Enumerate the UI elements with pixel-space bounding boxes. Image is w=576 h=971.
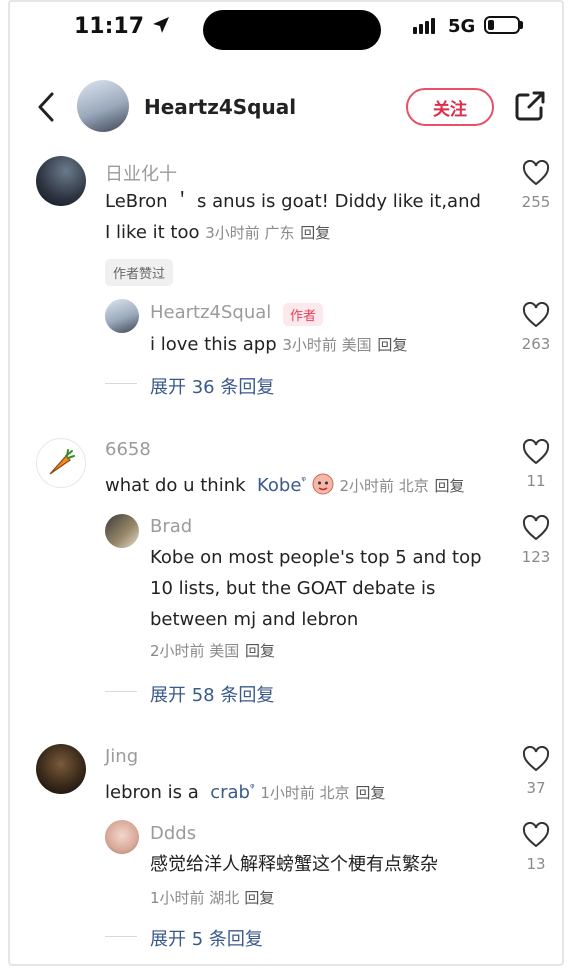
heart-icon[interactable] (522, 822, 550, 848)
battery-tip (520, 21, 523, 29)
like-count: 255 (521, 193, 551, 211)
reply-meta-row: 1小时前 湖北 回复 (150, 887, 274, 908)
reply-button[interactable]: 回复 (435, 477, 465, 495)
reply-button[interactable]: 回复 (245, 642, 275, 660)
location-arrow-icon (152, 17, 169, 33)
comment-username[interactable]: Jing (105, 746, 138, 767)
reply-username[interactable]: Heartz4Squal (150, 302, 271, 323)
heart-icon[interactable] (522, 515, 550, 541)
header-username[interactable]: Heartz4Squal (144, 95, 296, 119)
like-count: 11 (526, 472, 546, 490)
comment-text: what do u think Kobeᵠ 2小时前 北京 回复 (105, 473, 465, 496)
expand-divider (105, 936, 137, 937)
heart-icon[interactable] (522, 160, 550, 186)
comment-username[interactable]: 6658 (105, 439, 151, 460)
back-chevron-icon[interactable] (36, 92, 56, 122)
comment-meta: 2小时前 美国 (150, 642, 240, 660)
reply-username[interactable]: Brad (150, 516, 192, 537)
search-hint-icon: ᵠ (250, 781, 255, 794)
share-icon[interactable] (514, 90, 546, 122)
network-type: 5G (448, 16, 476, 37)
search-hint-icon: ᵠ (301, 474, 306, 487)
carrot-icon (49, 449, 75, 475)
heart-icon[interactable] (522, 302, 550, 328)
author-liked-badge: 作者赞过 (105, 259, 174, 286)
comment-username[interactable]: 日业化十 (105, 160, 177, 186)
expand-replies-button[interactable]: 展开 58 条回复 (150, 681, 274, 707)
comment-meta: 3小时前 广东 (205, 224, 295, 242)
expand-divider (105, 691, 137, 692)
comment-meta: 3小时前 美国 (282, 336, 372, 354)
reply-text: Kobe on most people's top 5 and top 10 l… (150, 547, 482, 660)
reply-button[interactable]: 回复 (244, 889, 274, 907)
heart-icon[interactable] (522, 746, 550, 772)
author-tag: 作者 (283, 303, 324, 326)
battery-icon (484, 16, 520, 34)
heart-icon[interactable] (522, 439, 550, 465)
reply-text: 感觉给洋人解释螃蟹这个梗有点繁杂 (150, 854, 438, 875)
mention-link[interactable]: crab (210, 782, 250, 803)
expand-replies-button[interactable]: 展开 36 条回复 (150, 373, 274, 399)
reply-button[interactable]: 回复 (355, 784, 385, 802)
avatar[interactable] (105, 299, 139, 333)
avatar[interactable] (105, 514, 139, 548)
app-frame: 11:17 5G Heartz4Squal 关注 日业化十 LeBron ＇ s… (8, 0, 564, 966)
avatar[interactable] (77, 80, 129, 132)
follow-button[interactable]: 关注 (406, 88, 494, 126)
comment-meta: 1小时前 北京 (260, 784, 350, 802)
expand-replies-button[interactable]: 展开 5 条回复 (150, 925, 263, 951)
reply-button[interactable]: 回复 (300, 224, 330, 242)
comment-meta: 1小时前 湖北 (150, 889, 240, 907)
camera-notch (203, 10, 381, 50)
like-count: 123 (521, 548, 551, 566)
emoji-icon (312, 473, 334, 495)
status-time: 11:17 (74, 14, 170, 39)
reply-text: i love this app 3小时前 美国 回复 (150, 334, 408, 355)
reply-button[interactable]: 回复 (377, 336, 407, 354)
comment-text: lebron is a crabᵠ 1小时前 北京 回复 (105, 781, 386, 803)
avatar[interactable] (36, 438, 86, 488)
like-count: 263 (521, 335, 551, 353)
comment-meta: 2小时前 北京 (339, 477, 429, 495)
avatar[interactable] (36, 744, 86, 794)
like-count: 37 (526, 779, 546, 797)
avatar[interactable] (36, 156, 86, 206)
expand-divider (105, 383, 137, 384)
reply-username[interactable]: Ddds (150, 823, 196, 844)
like-count: 13 (526, 855, 546, 873)
signal-icon (413, 18, 435, 34)
avatar[interactable] (105, 820, 139, 854)
comment-text: LeBron ＇ s anus is goat! Diddy like it,a… (105, 191, 481, 243)
mention-link[interactable]: Kobe (257, 475, 301, 496)
